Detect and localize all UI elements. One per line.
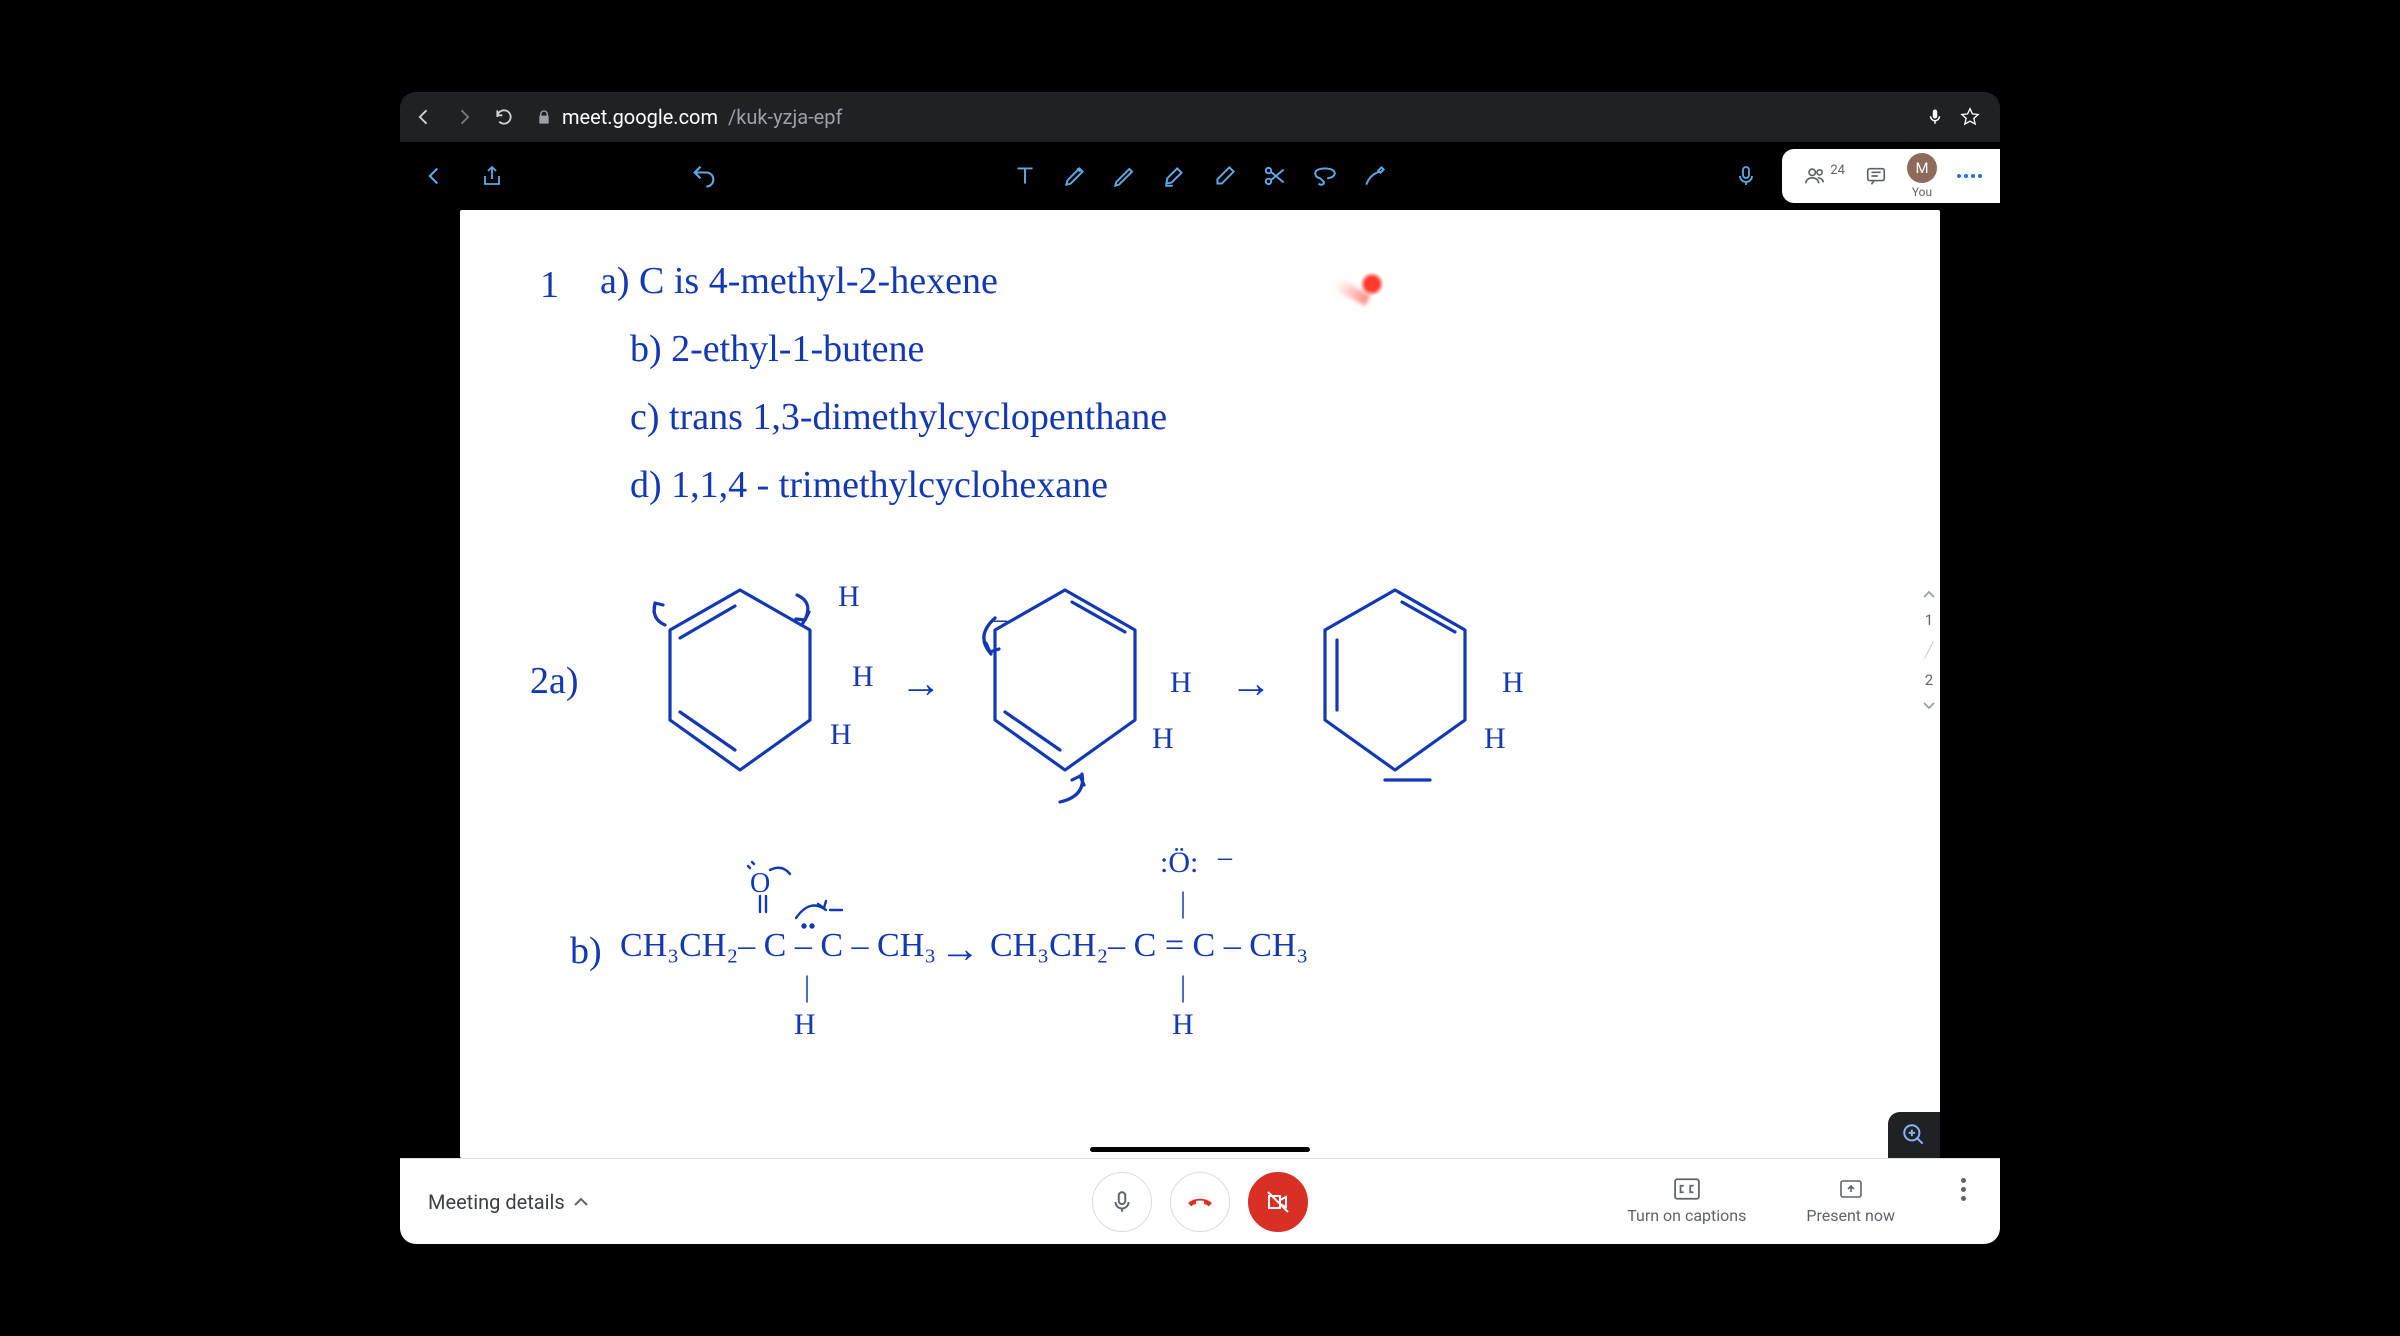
highlighter-tool-icon[interactable] xyxy=(1159,160,1191,192)
self-tile[interactable]: M You xyxy=(1907,153,1937,199)
zoom-in-icon xyxy=(1901,1122,1927,1148)
chat-icon xyxy=(1865,165,1887,187)
page-navigator[interactable]: 1 ╱ 2 xyxy=(1922,589,1936,711)
participants-pill: 24 M You xyxy=(1782,149,2000,203)
formula-pipe-1: | xyxy=(804,970,810,1005)
browser-toolbar: meet.google.com/kuk-yzja-epf xyxy=(400,92,2000,142)
more-options-button[interactable] xyxy=(1955,1178,1972,1201)
url-host: meet.google.com xyxy=(562,105,718,129)
microphone-icon xyxy=(1109,1189,1135,1215)
captions-label: Turn on captions xyxy=(1627,1206,1746,1225)
captions-icon xyxy=(1674,1178,1700,1200)
meeting-details-button[interactable]: Meeting details xyxy=(428,1190,589,1214)
notes-toolbar: 24 M You xyxy=(400,142,2000,210)
meet-controls-bar: Meeting details Turn on captions Present… xyxy=(400,1158,2000,1244)
meeting-details-label: Meeting details xyxy=(428,1190,565,1214)
address-bar[interactable]: meet.google.com/kuk-yzja-epf xyxy=(530,105,1914,129)
mute-mic-button[interactable] xyxy=(1092,1172,1152,1232)
forward-button[interactable] xyxy=(450,103,478,131)
url-path: /kuk-yzja-epf xyxy=(728,105,842,129)
avatar: M xyxy=(1907,153,1937,183)
formula-right: CH₃CH₂– C = C – CH₃ xyxy=(990,926,1308,965)
captions-button[interactable]: Turn on captions xyxy=(1627,1178,1746,1225)
answer-1b: b) 2-ethyl-1-butene xyxy=(630,328,924,372)
laser-tool-icon[interactable] xyxy=(1359,160,1391,192)
reaction-arrow-1: → xyxy=(900,660,942,708)
present-icon xyxy=(1839,1178,1863,1200)
oxygen-right-minus: – xyxy=(1218,842,1232,874)
home-indicator xyxy=(1090,1147,1310,1152)
share-icon[interactable] xyxy=(476,160,508,192)
you-label: You xyxy=(1912,185,1932,199)
formula-arrow: → xyxy=(940,926,980,972)
back-icon[interactable] xyxy=(418,160,450,192)
oxygen-right: :Ö: xyxy=(1160,846,1198,881)
h-bottom-left: H xyxy=(794,1008,816,1043)
present-label: Present now xyxy=(1806,1206,1895,1225)
participants-button[interactable]: 24 xyxy=(1804,165,1845,187)
pen-tool-icon[interactable] xyxy=(1059,160,1091,192)
h-label-2: H xyxy=(852,660,874,695)
presentation-area: 1 a) C is 4-methyl-2-hexene b) 2-ethyl-1… xyxy=(400,210,2000,1158)
hexagon-diagram-3 xyxy=(1290,570,1500,800)
lasso-tool-icon[interactable] xyxy=(1309,160,1341,192)
pencil-tool-icon[interactable] xyxy=(1109,160,1141,192)
leave-call-button[interactable] xyxy=(1170,1172,1230,1232)
text-tool-icon[interactable] xyxy=(1009,160,1041,192)
h-bottom-right: H xyxy=(1172,1008,1194,1043)
undo-icon[interactable] xyxy=(688,160,720,192)
people-icon xyxy=(1804,165,1826,187)
bookmark-icon[interactable] xyxy=(1960,107,1980,127)
hexagon-diagram-1 xyxy=(635,570,845,800)
chat-button[interactable] xyxy=(1865,165,1887,187)
reload-button[interactable] xyxy=(490,103,518,131)
h-label-7: H xyxy=(1484,722,1506,757)
present-button[interactable]: Present now xyxy=(1806,1178,1895,1225)
h-label-1: H xyxy=(838,580,860,615)
page-current: 1 xyxy=(1925,611,1933,629)
answer-1c: c) trans 1,3-dimethylcyclopenthane xyxy=(630,396,1167,440)
answer-1a: a) C is 4-methyl-2-hexene xyxy=(600,260,998,304)
chevron-down-icon xyxy=(1922,701,1936,711)
chevron-up-icon xyxy=(573,1196,589,1208)
q2b-label: b) xyxy=(570,930,602,974)
h-label-4: H xyxy=(1170,666,1192,701)
h-label-3: H xyxy=(830,718,852,753)
hangup-icon xyxy=(1185,1189,1215,1215)
formula-pipe-top: | xyxy=(1180,886,1186,921)
answer-1d: d) 1,1,4 - trimethylcyclohexane xyxy=(630,464,1108,508)
h-label-6: H xyxy=(1502,666,1524,701)
formula-left: CH₃CH₂– C – C – CH₃ xyxy=(620,926,936,965)
eraser-tool-icon[interactable] xyxy=(1209,160,1241,192)
scissors-tool-icon[interactable] xyxy=(1259,160,1291,192)
microphone-icon[interactable] xyxy=(1730,160,1762,192)
carbanion-detail xyxy=(790,896,860,946)
q2a-label: 2a) xyxy=(530,660,579,704)
page-total: 2 xyxy=(1925,671,1933,689)
browser-window: meet.google.com/kuk-yzja-epf xyxy=(400,92,2000,1244)
whiteboard: 1 a) C is 4-methyl-2-hexene b) 2-ethyl-1… xyxy=(460,210,1940,1158)
laser-pointer xyxy=(1360,272,1384,296)
h-label-5: H xyxy=(1152,722,1174,757)
chevron-up-icon xyxy=(1922,589,1936,599)
more-tiles-icon[interactable] xyxy=(1957,174,1982,178)
back-button[interactable] xyxy=(410,103,438,131)
q1-number: 1 xyxy=(540,264,559,308)
zoom-in-button[interactable] xyxy=(1888,1112,1940,1158)
formula-pipe-bottom: | xyxy=(1180,970,1186,1005)
reaction-arrow-2: → xyxy=(1230,660,1272,708)
minus-charge: – xyxy=(992,602,1007,637)
camera-off-icon xyxy=(1264,1190,1292,1214)
participant-count: 24 xyxy=(1830,163,1845,178)
lock-icon xyxy=(536,109,552,125)
voice-search-icon[interactable] xyxy=(1926,108,1944,126)
camera-off-button[interactable] xyxy=(1248,1172,1308,1232)
